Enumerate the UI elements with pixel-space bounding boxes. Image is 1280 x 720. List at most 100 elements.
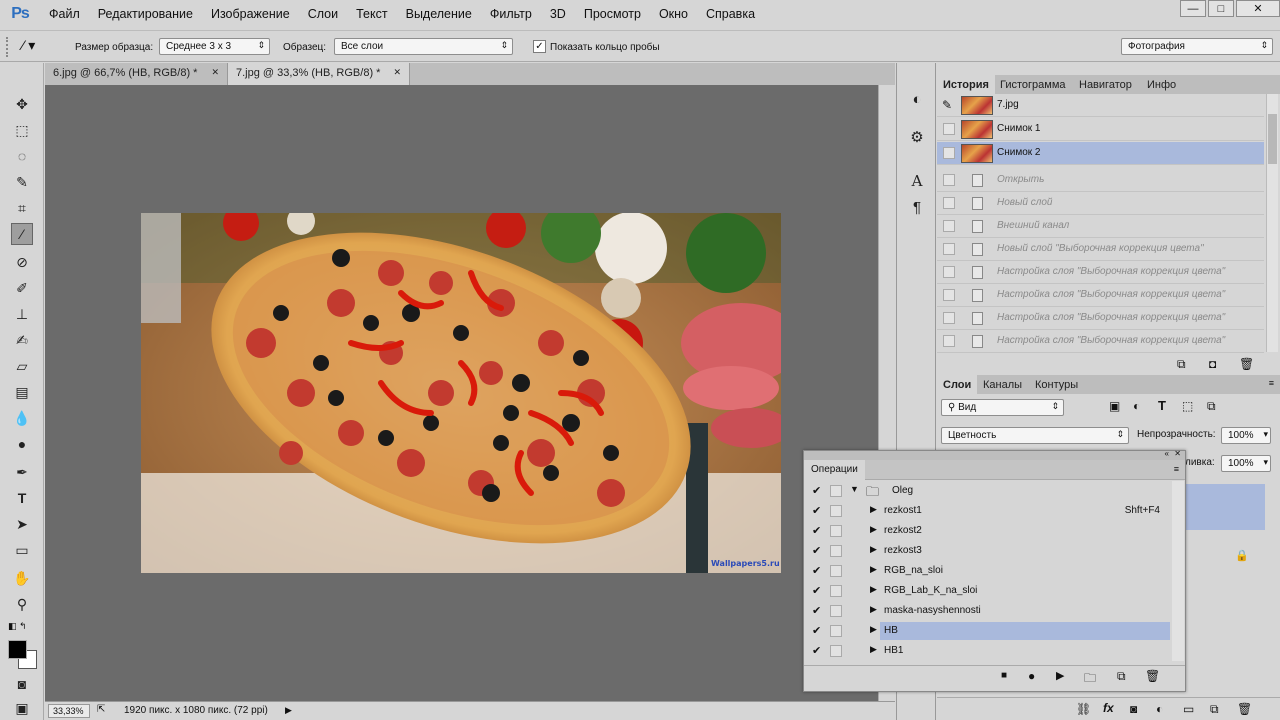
eyedropper-preset-icon[interactable]: ⁄ ▾ xyxy=(22,37,58,57)
foreground-color-swatch[interactable] xyxy=(8,640,27,659)
crop-tool-icon[interactable]: ⌗ xyxy=(11,197,33,219)
history-step[interactable]: Настройка слоя "Выборочная коррекция цве… xyxy=(937,330,1264,353)
check-icon[interactable]: ✔ xyxy=(812,524,821,537)
expand-right-icon[interactable]: ▶ xyxy=(870,524,877,535)
sample-size-select[interactable]: Среднее 3 x 3 ⇕ xyxy=(159,38,270,55)
tab-navigator[interactable]: Навигатор xyxy=(1073,75,1138,95)
history-step[interactable]: Настройка слоя "Выборочная коррекция цве… xyxy=(937,284,1264,307)
close-icon[interactable]: ✕ xyxy=(393,67,401,78)
menu-window[interactable]: Окно xyxy=(650,0,697,28)
dialog-toggle[interactable] xyxy=(830,485,842,497)
link-layers-icon[interactable]: ⛓ xyxy=(1076,702,1091,716)
dialog-toggle[interactable] xyxy=(830,585,842,597)
new-group-icon[interactable]: ▭ xyxy=(1183,702,1194,716)
brush-tool-icon[interactable]: ✐ xyxy=(11,277,33,299)
dialog-toggle[interactable] xyxy=(830,605,842,617)
history-snapshot[interactable]: Снимок 2 xyxy=(937,142,1264,165)
check-icon[interactable]: ✔ xyxy=(812,624,821,637)
history-step[interactable]: Открыть xyxy=(937,169,1264,192)
quick-mask-icon[interactable]: ◙ xyxy=(11,673,33,695)
check-icon[interactable]: ✔ xyxy=(812,604,821,617)
filter-shape-icon[interactable]: ⬚ xyxy=(1182,399,1193,413)
expand-right-icon[interactable]: ▶ xyxy=(870,564,877,575)
history-source-checkbox[interactable] xyxy=(943,243,955,255)
workspace-select[interactable]: Фотография ⇕ xyxy=(1121,38,1273,55)
export-icon[interactable]: ⇱ xyxy=(97,704,105,715)
expand-right-icon[interactable]: ▶ xyxy=(870,584,877,595)
expand-right-icon[interactable]: ▶ xyxy=(870,504,877,515)
tab-paths[interactable]: Контуры xyxy=(1029,375,1084,395)
record-icon[interactable]: ● xyxy=(1028,669,1035,683)
filter-type-icon[interactable]: T xyxy=(1158,398,1166,413)
new-set-folder-icon[interactable]: 🗀 xyxy=(1084,669,1096,690)
history-step[interactable]: Новый слой xyxy=(937,192,1264,215)
status-menu-arrow-icon[interactable]: ▶ xyxy=(285,705,292,716)
healing-brush-tool-icon[interactable]: ⊘ xyxy=(11,251,33,273)
tab-channels[interactable]: Каналы xyxy=(977,375,1028,395)
check-icon[interactable]: ✔ xyxy=(812,544,821,557)
adjustment-layer-icon[interactable]: ◐ xyxy=(1156,702,1163,716)
check-icon[interactable]: ✔ xyxy=(812,484,821,497)
menu-layer[interactable]: Слои xyxy=(299,0,347,28)
layer-style-icon[interactable]: fx xyxy=(1103,701,1114,715)
dialog-toggle[interactable] xyxy=(830,645,842,657)
expand-right-icon[interactable]: ▶ xyxy=(870,644,877,655)
history-step[interactable]: Новый слой "Выборочная коррекция цвета" xyxy=(937,238,1264,261)
history-source-checkbox[interactable] xyxy=(943,266,955,278)
history-brush-source-icon[interactable]: ✎ xyxy=(942,98,952,112)
menu-view[interactable]: Просмотр xyxy=(575,0,650,28)
sample-select[interactable]: Все слои ⇕ xyxy=(334,38,513,55)
canvas-area[interactable]: Wallpapers5.ru xyxy=(45,85,878,701)
dialog-toggle[interactable] xyxy=(830,545,842,557)
pen-tool-icon[interactable]: ✒ xyxy=(11,461,33,483)
tab-doc-7[interactable]: 7.jpg @ 33,3% (HB, RGB/8) * ✕ xyxy=(228,63,410,85)
gradient-tool-icon[interactable]: ▤ xyxy=(11,381,33,403)
action-set-row[interactable]: ✔ ▼ 🗀 Oleg xyxy=(804,481,1174,501)
history-source-checkbox[interactable] xyxy=(943,289,955,301)
pizza-image[interactable]: Wallpapers5.ru xyxy=(141,213,781,573)
layer-filter-select[interactable]: ⚲ Вид ⇕ xyxy=(941,399,1064,416)
history-source-checkbox[interactable] xyxy=(943,312,955,324)
properties-icon[interactable]: ⚙ xyxy=(907,127,927,147)
new-layer-icon[interactable]: ⧉ xyxy=(1210,702,1219,717)
filter-pixel-icon[interactable]: ▣ xyxy=(1109,399,1120,413)
tab-history[interactable]: История xyxy=(937,75,995,95)
action-row[interactable]: ✔ ▶ rezkost1 Shft+F4 xyxy=(804,501,1174,521)
character-panel-icon[interactable]: A xyxy=(907,171,927,191)
trash-icon[interactable]: 🗑 xyxy=(1239,357,1254,371)
play-icon[interactable]: ▶ xyxy=(1056,669,1064,682)
fill-field[interactable]: 100% ▾ xyxy=(1221,455,1271,472)
history-brush-tool-icon[interactable]: ✍ xyxy=(11,329,33,351)
path-select-tool-icon[interactable]: ➤ xyxy=(11,513,33,535)
screen-mode-icon[interactable]: ▣ xyxy=(11,697,33,719)
action-row[interactable]: ✔ ▶ rezkost2 xyxy=(804,521,1174,541)
zoom-tool-icon[interactable]: ⚲ xyxy=(11,593,33,615)
dodge-tool-icon[interactable]: ● xyxy=(11,433,33,455)
zoom-field[interactable]: 33,33% xyxy=(48,704,90,718)
new-action-icon[interactable]: ⧉ xyxy=(1117,669,1126,684)
menu-help[interactable]: Справка xyxy=(697,0,764,28)
stop-icon[interactable]: ■ xyxy=(1001,670,1007,681)
check-icon[interactable]: ✔ xyxy=(812,504,821,517)
scrollbar-thumb[interactable] xyxy=(1268,114,1277,164)
marquee-tool-icon[interactable]: ⬚ xyxy=(11,119,33,141)
add-mask-icon[interactable]: ◙ xyxy=(1130,702,1137,716)
tab-layers[interactable]: Слои xyxy=(937,375,978,395)
filter-smart-object-icon[interactable]: ⧉ xyxy=(1207,399,1216,414)
history-snapshot[interactable]: ✎ 7.jpg xyxy=(937,94,1264,117)
panel-menu-icon[interactable]: ≡ xyxy=(1174,464,1179,474)
opacity-field[interactable]: 100% ▾ xyxy=(1221,427,1271,444)
trash-icon[interactable]: 🗑 xyxy=(1145,669,1160,683)
dialog-toggle[interactable] xyxy=(830,525,842,537)
history-source-checkbox[interactable] xyxy=(943,147,955,159)
lasso-tool-icon[interactable]: ◌ xyxy=(11,145,33,167)
history-source-checkbox[interactable] xyxy=(943,220,955,232)
history-step[interactable]: Настройка слоя "Выборочная коррекция цве… xyxy=(937,307,1264,330)
selected-layer-row[interactable] xyxy=(1185,484,1265,530)
check-icon[interactable]: ✔ xyxy=(812,644,821,657)
action-row[interactable]: ✔ ▶ rezkost3 xyxy=(804,541,1174,561)
show-ring-checkbox[interactable]: ✓ xyxy=(533,40,546,53)
stamp-tool-icon[interactable]: ⊥ xyxy=(11,303,33,325)
camera-icon[interactable]: ◘ xyxy=(1209,357,1216,371)
shape-tool-icon[interactable]: ▭ xyxy=(11,539,33,561)
